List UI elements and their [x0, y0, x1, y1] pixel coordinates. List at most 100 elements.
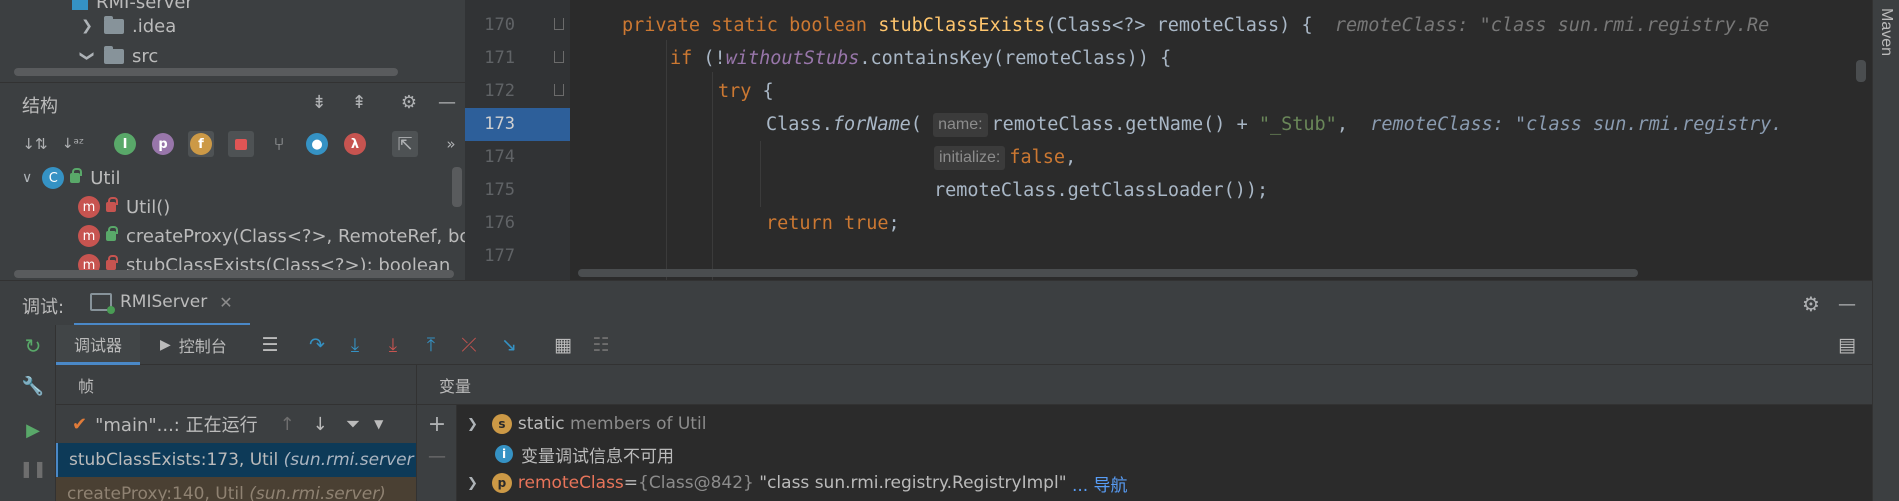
arrow-down-icon[interactable]: ↓: [313, 414, 328, 435]
variable-row[interactable]: ❯ s static members of Util: [467, 409, 706, 439]
variable-desc: members of Util: [570, 414, 707, 434]
sort-by-visibility-icon[interactable]: ↓⇅: [22, 131, 48, 157]
horizontal-scrollbar[interactable]: [14, 68, 398, 76]
gear-icon[interactable]: ⚙: [396, 89, 422, 115]
show-non-public-icon[interactable]: [228, 131, 254, 157]
filter-icon[interactable]: ⏷: [346, 414, 360, 435]
show-properties-icon[interactable]: p: [150, 131, 176, 157]
autoscroll-from-source-icon[interactable]: ⇱: [392, 131, 418, 157]
arrow-up-icon[interactable]: ↑: [280, 414, 295, 435]
code-text: {: [751, 81, 774, 102]
structure-panel: 结构 ⇟ ⇞ ⚙ — ↓⇅ ↓ᵃᶻ I p f ⑂ ● λ ⇱ » ∨ C Ut…: [0, 82, 465, 280]
more-icon[interactable]: »: [438, 131, 464, 157]
method-icon: m: [78, 196, 100, 218]
step-into-icon[interactable]: ⤓: [342, 333, 368, 357]
layout-settings-icon[interactable]: ▤: [1834, 333, 1860, 357]
navigate-link[interactable]: ... 导航: [1072, 471, 1128, 496]
fold-marker-icon[interactable]: [554, 84, 564, 96]
frame-row[interactable]: createProxy:140, Util (sun.rmi.server): [56, 477, 416, 501]
line-number: 172: [484, 81, 515, 101]
evaluate-expression-icon[interactable]: ▦: [550, 333, 576, 357]
trace-icon[interactable]: ☷: [588, 333, 614, 357]
indent-guide: [666, 40, 667, 280]
structure-member[interactable]: m createProxy(Class<?>, RemoteRef, bool: [78, 221, 465, 251]
member-label: Util(): [126, 196, 171, 218]
thread-selector[interactable]: ✔ "main"...: 正在运行 ↑ ↓ ⏷ ▼: [56, 405, 416, 443]
chevron-down-icon[interactable]: ❯: [79, 47, 95, 65]
chevron-right-icon[interactable]: ❯: [467, 417, 478, 432]
frame-package: (sun.rmi.server: [283, 450, 414, 470]
chevron-down-icon[interactable]: ∨: [22, 170, 32, 186]
minimize-icon[interactable]: —: [434, 89, 460, 115]
indent-guide: [760, 141, 761, 207]
remove-watch-icon[interactable]: —: [424, 443, 450, 469]
close-icon[interactable]: ✕: [219, 293, 232, 312]
code-line-174: initialize: false,: [934, 141, 1076, 174]
code-line-171: if (!withoutStubs.containsKey(remoteClas…: [670, 42, 1171, 75]
code-line-173: Class.forName( name: remoteClass.getName(…: [766, 108, 1782, 141]
variable-name: remoteClass: [517, 473, 624, 493]
line-number: 173: [484, 114, 515, 134]
tab-label: 控制台: [178, 337, 227, 356]
maven-tool-button[interactable]: Maven: [1877, 8, 1895, 56]
keyword: if: [670, 48, 693, 69]
hierarchy-icon[interactable]: ⑂: [266, 131, 292, 157]
indent-guide: [712, 72, 713, 280]
fold-marker-icon[interactable]: [554, 18, 564, 30]
frame-method: stubClassExists:173, Util: [69, 450, 279, 470]
run-to-cursor-icon[interactable]: ↘: [496, 333, 522, 357]
module-icon: [72, 0, 88, 10]
show-anonymous-icon[interactable]: ●: [304, 131, 330, 157]
tree-item-idea[interactable]: ❯ .idea: [78, 12, 176, 40]
gear-icon[interactable]: ⚙: [1798, 291, 1824, 317]
tree-item-src[interactable]: ❯ src: [78, 42, 158, 70]
rerun-icon[interactable]: ↻: [20, 333, 46, 359]
fold-marker-icon[interactable]: [554, 51, 564, 63]
show-lambdas-icon[interactable]: λ: [342, 131, 368, 157]
check-icon: ✔: [72, 413, 88, 435]
tree-item-label: src: [132, 45, 159, 67]
expand-all-icon[interactable]: ⇟: [306, 89, 332, 115]
frames-header: 帧: [56, 365, 416, 405]
chevron-down-icon[interactable]: ▼: [374, 417, 383, 431]
add-watch-icon[interactable]: +: [424, 411, 450, 437]
run-config-tab[interactable]: RMIServer ✕: [74, 281, 250, 326]
frames-view-icon[interactable]: ☰: [257, 333, 283, 357]
variable-row[interactable]: ❯ p remoteClass = {Class@842} "class sun…: [467, 468, 1128, 498]
run-config-label: RMIServer: [120, 292, 208, 312]
force-step-into-icon[interactable]: ⤓: [380, 333, 406, 357]
tab-console[interactable]: ▶ 控制台: [142, 325, 245, 365]
horizontal-scrollbar[interactable]: [14, 270, 454, 278]
code-text: ,: [1065, 147, 1077, 168]
frame-row[interactable]: stubClassExists:173, Util (sun.rmi.serve…: [56, 443, 416, 477]
editor-vertical-scrollbar[interactable]: [1856, 60, 1866, 82]
line-number: 171: [484, 48, 515, 68]
chevron-right-icon[interactable]: ❯: [78, 18, 96, 34]
variables-header: 变量: [417, 365, 1872, 405]
structure-class-node[interactable]: ∨ C Util: [22, 163, 120, 193]
tab-debugger[interactable]: 调试器: [56, 325, 141, 365]
step-over-icon[interactable]: ↷: [304, 333, 330, 357]
drop-frame-icon[interactable]: ⤫: [456, 333, 482, 357]
show-inherited-icon[interactable]: I: [112, 131, 138, 157]
line-number: 177: [484, 246, 515, 266]
editor-horizontal-scrollbar[interactable]: [578, 269, 1638, 277]
chevron-right-icon[interactable]: ❯: [467, 476, 478, 491]
resume-icon[interactable]: ▶: [20, 417, 46, 443]
collapse-all-icon[interactable]: ⇞: [346, 89, 372, 115]
vertical-scrollbar[interactable]: [452, 167, 462, 207]
line-number: 175: [484, 180, 515, 200]
folder-icon: [104, 15, 124, 34]
line-number: 170: [484, 15, 515, 35]
inline-debug-value: remoteClass: "class sun.rmi.registry.Re: [1334, 15, 1770, 36]
step-out-icon[interactable]: ⤒: [418, 333, 444, 357]
minimize-icon[interactable]: —: [1834, 291, 1860, 317]
sort-alpha-icon[interactable]: ↓ᵃᶻ: [60, 131, 86, 157]
wrench-icon[interactable]: 🔧: [20, 373, 46, 399]
code-editor[interactable]: private static boolean stubClassExists(C…: [570, 0, 1872, 280]
field-ref: withoutStubs: [725, 48, 860, 69]
code-text: .containsKey(remoteClass)) {: [859, 48, 1172, 69]
show-fields-icon[interactable]: f: [188, 131, 214, 157]
pause-icon[interactable]: ❚❚: [20, 455, 47, 481]
structure-member[interactable]: m Util(): [78, 192, 170, 222]
